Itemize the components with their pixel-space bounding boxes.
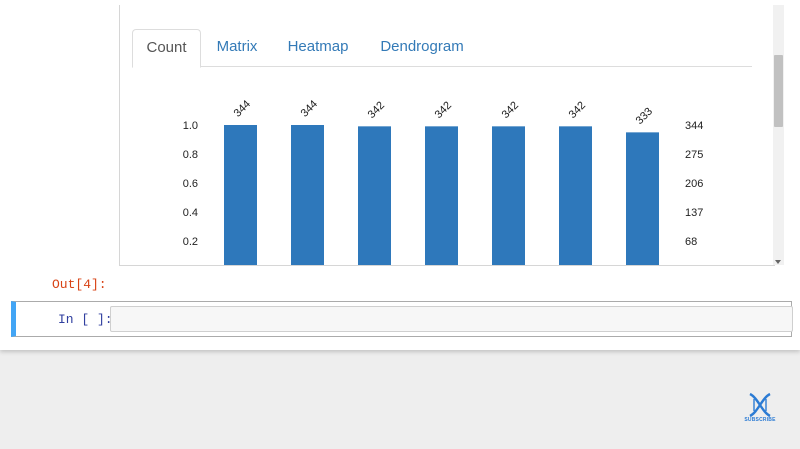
right-axis-tick-label: 137 [685, 207, 703, 219]
output-scrollbar[interactable] [773, 5, 784, 265]
subscribe-badge[interactable]: SUBSCRIBE [740, 392, 780, 426]
code-cell[interactable]: In [ ]: [11, 301, 793, 337]
dna-icon [749, 392, 771, 418]
bar-value-label: 344 [232, 98, 253, 119]
right-axis-tick-label: 206 [685, 178, 703, 190]
left-axis-tick-label: 0.2 [183, 236, 198, 248]
in-prompt: In [ ]: [58, 312, 113, 327]
bar [425, 126, 458, 265]
bar-value-label: 342 [500, 99, 521, 120]
bar [224, 125, 257, 265]
bar-value-label: 333 [634, 105, 655, 126]
right-axis-tick-label: 68 [685, 236, 697, 248]
out-prompt: Out[4]: [52, 277, 107, 292]
left-axis-tick-label: 0.8 [183, 149, 198, 161]
bar [559, 126, 592, 265]
bar [291, 125, 324, 265]
right-axis-tick-label: 344 [685, 120, 703, 132]
bar [358, 126, 391, 265]
scrollbar-thumb[interactable] [774, 55, 783, 127]
missing-count-bar-chart: 344 344 342 342 342 342 333 1.0 0.8 0.6 0.4 0.2 344 2… [183, 98, 703, 265]
subscribe-label: SUBSCRIBE [744, 417, 776, 423]
bar-value-label: 342 [366, 99, 387, 120]
left-axis-tick-label: 0.6 [183, 178, 198, 190]
bar [492, 126, 525, 265]
output-area: Count Matrix Heatmap Dendrogram 344 344 34… [119, 5, 775, 266]
left-axis-tick-label: 0.4 [183, 207, 198, 219]
right-axis-tick-label: 275 [685, 149, 703, 161]
notebook-sheet: Count Matrix Heatmap Dendrogram 344 344 34… [0, 0, 800, 350]
bar-value-label: 342 [433, 99, 454, 120]
bar-value-label: 344 [299, 98, 320, 119]
left-axis-tick-label: 1.0 [183, 120, 198, 132]
bar-value-label: 342 [567, 99, 588, 120]
scroll-down-arrow-icon[interactable] [775, 260, 781, 264]
bar [626, 132, 659, 265]
code-input[interactable] [110, 306, 793, 332]
